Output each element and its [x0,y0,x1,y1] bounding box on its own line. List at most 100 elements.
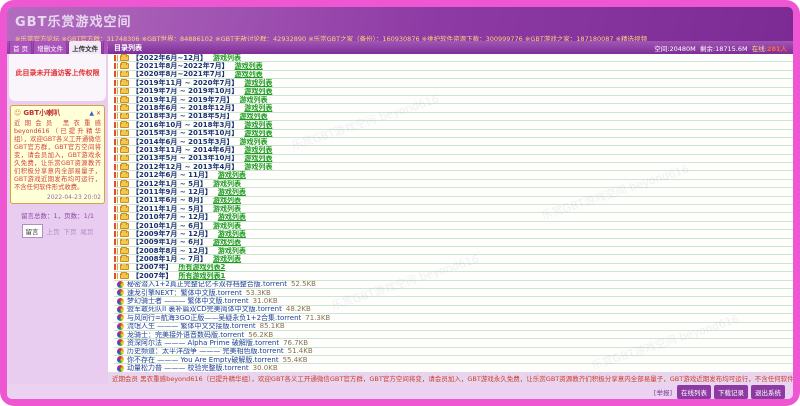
folder-name-link[interactable]: 【2007年】 [132,264,172,272]
folder-row: 【2011年6月 ~ 8月】 游戏列表 [114,197,793,205]
game-list-link[interactable]: 游戏列表 [244,163,272,171]
folder-row: 【2019年7月 ~ 2019年10月】 游戏列表 [114,88,793,96]
torrent-name-link[interactable]: 你不存在 ——— You Are Empty破解版.torrent [127,356,279,364]
row-marker-icon [114,130,118,136]
folder-row: 【2018年6月 ~ 2018年12月】 游戏列表 [114,104,793,112]
row-marker-icon [114,264,118,270]
game-list-link[interactable]: 游戏列表 [239,96,267,104]
torrent-name-link[interactable]: 盟军敢死队II 裏补篇双CD完美简体中文版.torrent [127,306,282,314]
game-list-link[interactable]: 游戏列表 [235,62,263,70]
folder-name-link[interactable]: 【2013年5月 ~ 2013年10月】 [132,155,238,163]
online-list-button[interactable]: 在线列表 [677,385,711,399]
pager-next-button[interactable]: 下页 [64,226,77,236]
folder-row: 【2009年1月 ~ 6月】 游戏列表 [114,239,793,247]
torrent-name-link[interactable]: 动量松力普 ——— 校验完整版.torrent [127,364,249,372]
folder-name-link[interactable]: 【2010年1月 ~ 6月】 [132,222,207,230]
folder-row: 【2012年6月 ~ 11月】 游戏列表 [114,171,793,179]
torrent-name-link[interactable]: 梦幻骑士者 ——— 繁体中文版.torrent [127,297,249,305]
folder-name-link[interactable]: 【2019年11月 ~ 2020年7月】 [132,79,238,87]
folder-name-link[interactable]: 【2011年1月 ~ 5月】 [132,205,207,213]
game-list-link[interactable]: 游戏列表 [213,54,241,62]
game-list-link[interactable]: 游戏列表 [213,239,241,247]
folder-row: 【2014年6月 ~ 2015年3月】 游戏列表 [114,138,793,146]
game-list-link[interactable]: 游戏列表 [235,71,263,79]
game-list-link[interactable]: 所有游戏列表2 [178,264,225,272]
announcement-body: 近期会员 黑衣重感beyond616（已提升精华组），欢迎GBT各义工开通微信G… [14,120,101,192]
header-links[interactable]: ※乐赏官方论坛 ※GBT官方群：31748306 ※GBT世界：84886102… [15,33,785,41]
game-list-link[interactable]: 游戏列表 [244,79,272,87]
game-list-link[interactable]: 游戏列表 [218,247,246,255]
folder-name-link[interactable]: 【2012年1月 ~ 5月】 [132,180,207,188]
game-list-link[interactable]: 游戏列表 [244,104,272,112]
pager-message-button[interactable]: 留言 [22,224,43,238]
torrent-name-link[interactable]: 龙骑士：完美接外语音数码版.torrent [127,331,244,339]
pager-prev-button[interactable]: 上页 [47,226,60,236]
tab-manage[interactable]: 增删文件 [33,41,67,54]
tab-upload[interactable]: 上传文件 [68,41,102,54]
tab-home[interactable]: 首 页 [9,41,32,54]
row-marker-icon [114,139,118,145]
torrent-name-link[interactable]: 速龙引擎NEXT：繁体中文版.torrent [127,289,242,297]
close-icon[interactable]: ✕ [96,110,101,117]
game-list-link[interactable]: 所有游戏列表1 [178,272,225,280]
folder-name-link[interactable]: 【2010年7月 ~ 12月】 [132,213,212,221]
game-list-link[interactable]: 游戏列表 [244,121,272,129]
folder-name-link[interactable]: 【2011年6月 ~ 8月】 [132,197,207,205]
game-list-link[interactable]: 游戏列表 [244,146,272,154]
folder-icon [120,181,129,187]
folder-name-link[interactable]: 【2014年6月 ~ 2015年3月】 [132,138,233,146]
torrent-name-link[interactable]: 与风同行=航海3GO正版——吴疑永负1+2合集.torrent [127,314,301,322]
folder-name-link[interactable]: 【2007年】 [132,272,172,280]
folder-name-link[interactable]: 【2020年8月~2021年7月】 [132,71,229,79]
torrent-name-link[interactable]: 秘密潜入1+2真正完整记忆卡双存档整合版.torrent [127,281,287,289]
game-list-link[interactable]: 游戏列表 [244,155,272,163]
folder-name-link[interactable]: 【2008年8月 ~ 12月】 [132,247,212,255]
folder-name-link[interactable]: 【2012年12月 ~ 2013年4月】 [132,163,238,171]
folder-icon [120,197,129,203]
folder-name-link[interactable]: 【2009年7月 ~ 12月】 [132,230,212,238]
folder-name-link[interactable]: 【2018年3月 ~ 2018年5月】 [132,113,233,121]
exit-system-button[interactable]: 退出系统 [751,385,785,399]
folder-name-link[interactable]: 【2008年1月 ~ 7月】 [132,255,207,263]
game-list-link[interactable]: 游戏列表 [244,88,272,96]
folder-name-link[interactable]: 【2021年8月~2022年7月】 [132,62,229,70]
torrent-row: 梦幻骑士者 ——— 繁体中文版.torrent 31.0KB [114,297,793,305]
folder-icon [120,122,129,128]
row-marker-icon [114,164,118,170]
smiley-icon: ☺ [14,109,21,117]
folder-name-link[interactable]: 【2019年1月 ~ 2019年7月】 [132,96,233,104]
download-log-button[interactable]: 下载记录 [714,385,748,399]
game-list-link[interactable]: 游戏列表 [213,180,241,188]
game-list-link[interactable]: 游戏列表 [239,138,267,146]
torrent-name-link[interactable]: 历史频道：太平洋战争 ——— 完美相色版.torrent [127,348,284,356]
game-list-link[interactable]: 游戏列表 [244,130,272,138]
game-list-link[interactable]: 游戏列表 [239,113,267,121]
collapse-icon[interactable]: ▲ [89,110,94,117]
pager-last-button[interactable]: 尾页 [81,226,94,236]
folder-name-link[interactable]: 【2012年6月 ~ 11月】 [132,171,212,179]
game-list-link[interactable]: 游戏列表 [218,171,246,179]
folder-name-link[interactable]: 【2015年3月 ~ 2015年10月】 [132,130,238,138]
game-list-link[interactable]: 游戏列表 [218,188,246,196]
game-list-link[interactable]: 游戏列表 [218,230,246,238]
torrent-name-link[interactable]: 资深阿尔法 ——— Alpha Prime 破解版.torrent [127,339,279,347]
torrent-file-icon [117,323,124,330]
torrent-name-link[interactable]: 流氓人生 ——— 繁体中文交接版.torrent [127,323,256,331]
folder-icon [120,139,129,145]
folder-name-link[interactable]: 【2016年10月 ~ 2018年3月】 [132,121,238,129]
game-list-link[interactable]: 游戏列表 [218,213,246,221]
folder-name-link[interactable]: 【2022年6月~12月】 [132,54,207,62]
folder-name-link[interactable]: 【2011年9月 ~ 12月】 [132,188,212,196]
folder-name-link[interactable]: 【2019年7月 ~ 2019年10月】 [132,88,238,96]
game-list-link[interactable]: 游戏列表 [213,205,241,213]
game-list-link[interactable]: 游戏列表 [213,255,241,263]
game-list-link[interactable]: 游戏列表 [213,222,241,230]
folder-name-link[interactable]: 【2009年1月 ~ 6月】 [132,239,207,247]
folder-row: 【2015年3月 ~ 2015年10月】 游戏列表 [114,130,793,138]
game-list-link[interactable]: 游戏列表 [213,197,241,205]
report-link[interactable]: [举报] [654,387,672,397]
torrent-row: 资深阿尔法 ——— Alpha Prime 破解版.torrent 76.7KB [114,339,793,347]
folder-name-link[interactable]: 【2013年11月 ~ 2014年6月】 [132,146,238,154]
row-marker-icon [114,223,118,229]
folder-name-link[interactable]: 【2018年6月 ~ 2018年12月】 [132,104,238,112]
